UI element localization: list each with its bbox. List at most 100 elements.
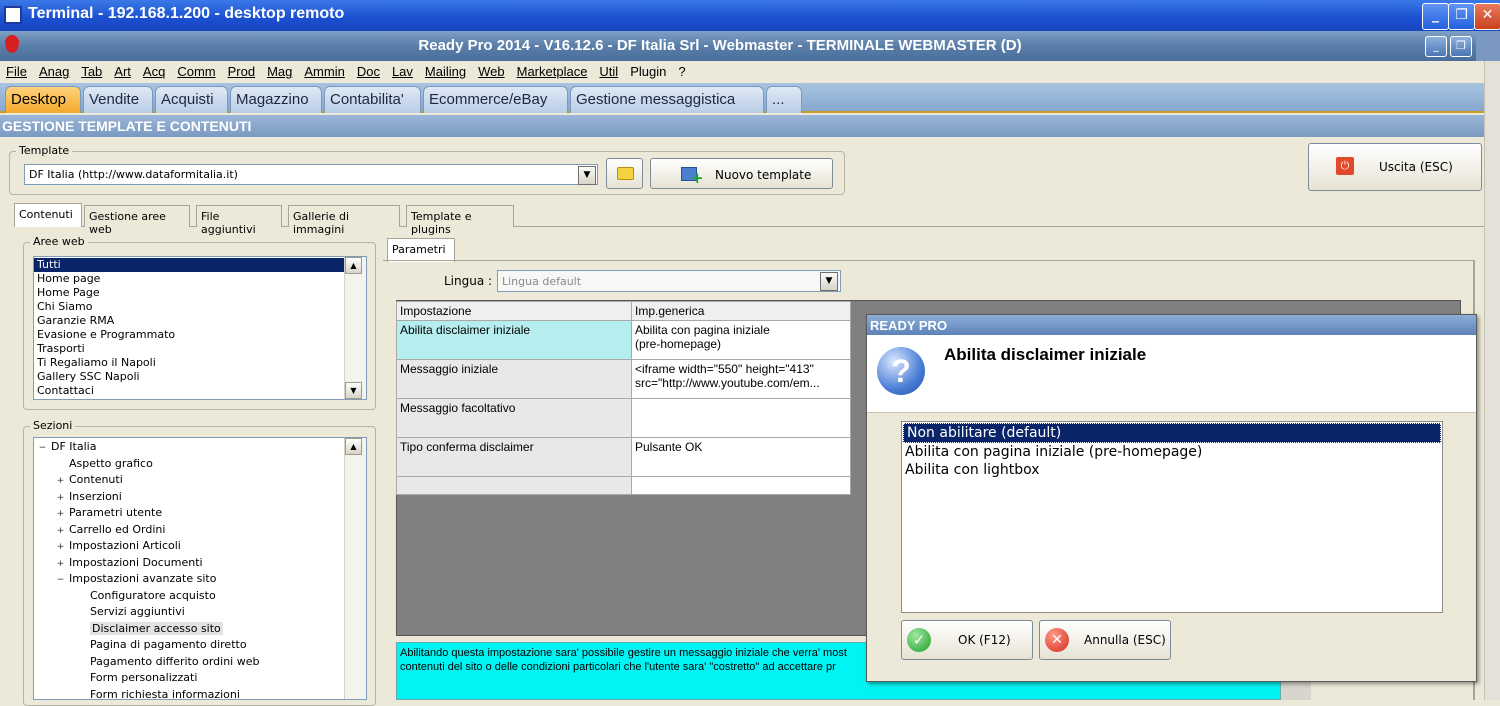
main-right-scrollbar[interactable] (1484, 61, 1500, 700)
tab-gallerie-immagini[interactable]: Gallerie di immagini (288, 205, 400, 236)
list-item[interactable]: Tutti (34, 258, 366, 272)
list-item[interactable]: Garanzie RMA (34, 314, 366, 328)
setting-key[interactable]: Abilita disclaimer iniziale (396, 320, 632, 360)
tab-more[interactable]: ... (766, 86, 802, 113)
close-icon[interactable]: ✕ (1474, 3, 1500, 30)
tree-expand-icon[interactable]: + (56, 526, 65, 536)
tree-item[interactable]: Pagamento differito ordini web (34, 654, 366, 671)
tab-contabilita[interactable]: Contabilita' (324, 86, 421, 113)
tab-acquisti[interactable]: Acquisti (155, 86, 228, 113)
dialog-option[interactable]: Abilita con pagina iniziale (pre-homepag… (902, 443, 1442, 461)
tree-expand-icon[interactable]: + (56, 543, 65, 552)
tree-item[interactable]: Pagina di pagamento diretto (34, 637, 366, 654)
tree-item[interactable]: + Parametri utente (34, 505, 366, 522)
app-minimize-icon[interactable]: _ (1425, 36, 1447, 57)
tree-collapse-icon[interactable]: − (56, 576, 65, 585)
tab-template-plugins[interactable]: Template e plugins (406, 205, 514, 236)
tree-item[interactable]: Aspetto grafico (34, 456, 366, 473)
tree-expand-icon[interactable]: + (56, 493, 65, 503)
tree-item[interactable]: + Inserzioni (34, 489, 366, 506)
chevron-down-icon[interactable]: ▼ (820, 272, 838, 291)
list-item[interactable]: Ti Regaliamo il Napoli (34, 356, 366, 370)
chevron-down-icon[interactable]: ▼ (578, 166, 596, 185)
dialog-options-list[interactable]: Non abilitare (default) Abilita con pagi… (901, 421, 1443, 613)
tree-item[interactable]: Form richiesta informazioni (34, 687, 366, 700)
menu-ammin[interactable]: Ammin (298, 61, 350, 79)
tab-file-aggiuntivi[interactable]: File aggiuntivi (196, 205, 282, 236)
menu-file[interactable]: File (0, 61, 33, 79)
tab-magazzino[interactable]: Magazzino (230, 86, 322, 113)
tab-parametri[interactable]: Parametri (387, 238, 455, 262)
template-select[interactable]: DF Italia (http://www.dataformitalia.it)… (24, 164, 598, 185)
menu-marketplace[interactable]: Marketplace (511, 61, 594, 79)
new-template-button[interactable]: + Nuovo template (650, 158, 833, 189)
setting-value[interactable] (631, 398, 851, 438)
tab-desktop[interactable]: Desktop (5, 86, 81, 113)
menu-comm[interactable]: Comm (171, 61, 221, 79)
list-item[interactable]: Gallery SSC Napoli (34, 370, 366, 384)
tab-contenuti[interactable]: Contenuti (14, 203, 82, 227)
tree-item[interactable]: Servizi aggiuntivi (34, 604, 366, 621)
setting-value-empty[interactable] (631, 476, 851, 495)
sezioni-tree[interactable]: − DF Italia Aspetto grafico + Contenuti + Inse… (33, 437, 367, 700)
lingua-select[interactable]: Lingua default ▼ (497, 270, 841, 292)
setting-value[interactable]: <iframe width="550" height="413" src="htt… (631, 359, 851, 399)
list-item[interactable]: Home page (34, 272, 366, 286)
list-item[interactable]: Evasione e Programmato (34, 328, 366, 342)
list-item[interactable]: Chi Siamo (34, 300, 366, 314)
tree-expand-icon[interactable]: + (56, 477, 65, 486)
table-row[interactable]: Messaggio iniziale <iframe width="550" h… (396, 359, 851, 399)
aree-web-scrollbar[interactable]: ▲ ▼ (344, 257, 366, 399)
tree-expand-icon[interactable]: + (56, 559, 65, 569)
menu-prod[interactable]: Prod (222, 61, 261, 79)
tree-item[interactable]: − Impostazioni avanzate sito (34, 571, 366, 588)
table-row[interactable]: Tipo conferma disclaimer Pulsante OK (396, 437, 851, 477)
dialog-option[interactable]: Abilita con lightbox (902, 461, 1442, 479)
app-restore-icon[interactable]: ❐ (1450, 36, 1472, 57)
open-folder-button[interactable] (606, 158, 643, 189)
exit-button[interactable]: ⏻ Uscita (ESC) (1308, 143, 1482, 191)
list-item[interactable]: Contattaci (34, 384, 366, 398)
tree-item[interactable]: + Impostazioni Articoli (34, 538, 366, 555)
dialog-option[interactable]: Non abilitare (default) (903, 423, 1441, 443)
tree-item[interactable]: Disclaimer accesso sito (34, 621, 366, 638)
setting-key[interactable]: Tipo conferma disclaimer (396, 437, 632, 477)
menu-plugin[interactable]: Plugin (624, 61, 672, 79)
restore-icon[interactable]: ❐ (1448, 3, 1475, 30)
tab-ecommerce[interactable]: Ecommerce/eBay (423, 86, 568, 113)
scroll-up-icon[interactable]: ▲ (345, 257, 362, 274)
menu-art[interactable]: Art (108, 61, 137, 79)
menu-doc[interactable]: Doc (351, 61, 386, 79)
tree-item[interactable]: Form personalizzati (34, 670, 366, 687)
setting-value[interactable]: Pulsante OK (631, 437, 851, 477)
tree-item[interactable]: + Contenuti (34, 472, 366, 489)
table-row[interactable]: Abilita disclaimer iniziale Abilita con … (396, 320, 851, 360)
tree-item[interactable]: Configuratore acquisto (34, 588, 366, 605)
menu-lav[interactable]: Lav (386, 61, 419, 79)
sezioni-scrollbar[interactable]: ▲ (344, 438, 366, 699)
list-item[interactable]: Home Page (34, 286, 366, 300)
menu-web[interactable]: Web (472, 61, 511, 79)
menu-tab[interactable]: Tab (75, 61, 108, 79)
menu-mag[interactable]: Mag (261, 61, 298, 79)
minimize-icon[interactable]: _ (1422, 3, 1449, 30)
aree-web-list[interactable]: Tutti Home page Home Page Chi Siamo Gara… (33, 256, 367, 400)
tab-gestione-messaggistica[interactable]: Gestione messaggistica (570, 86, 764, 113)
setting-key[interactable]: Messaggio iniziale (396, 359, 632, 399)
tree-item[interactable]: − DF Italia (34, 439, 366, 456)
scroll-up-icon[interactable]: ▲ (345, 438, 362, 455)
tree-collapse-icon[interactable]: − (38, 444, 47, 453)
tree-item[interactable]: + Impostazioni Documenti (34, 555, 366, 572)
list-item[interactable]: Trasporti (34, 342, 366, 356)
menu-util[interactable]: Util (593, 61, 624, 79)
tree-expand-icon[interactable]: + (56, 510, 65, 519)
setting-value[interactable]: Abilita con pagina iniziale (pre-homepage… (631, 320, 851, 360)
scroll-down-icon[interactable]: ▼ (345, 382, 362, 399)
tree-item[interactable]: + Carrello ed Ordini (34, 522, 366, 539)
setting-key[interactable]: Messaggio facoltativo (396, 398, 632, 438)
cancel-button[interactable]: ✕ Annulla (ESC) (1039, 620, 1171, 660)
menu-anag[interactable]: Anag (33, 61, 75, 79)
tab-vendite[interactable]: Vendite (83, 86, 153, 113)
menu-acq[interactable]: Acq (137, 61, 171, 79)
tab-gestione-aree-web[interactable]: Gestione aree web (84, 205, 190, 236)
